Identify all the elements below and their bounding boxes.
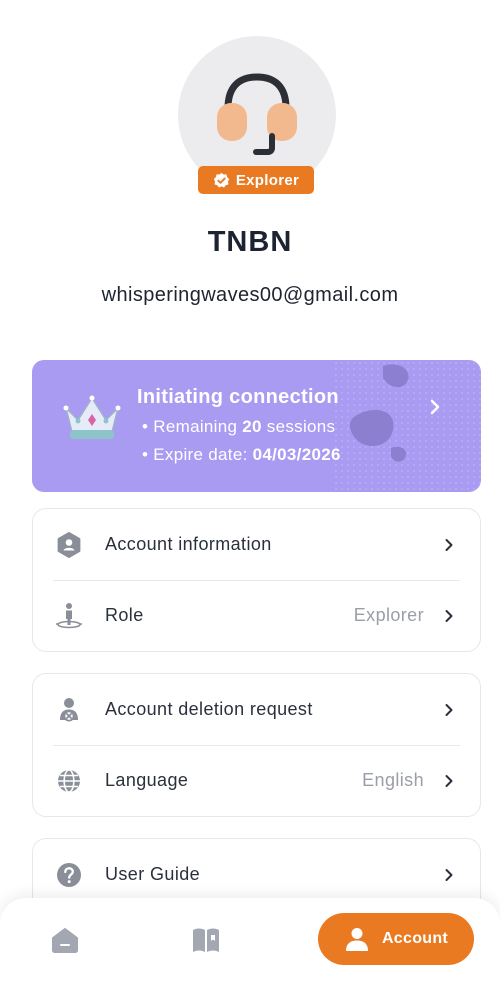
globe-icon xyxy=(58,769,80,793)
username: TNBN xyxy=(207,226,293,258)
menu-item-label: Role xyxy=(105,605,144,625)
chevron-right-icon xyxy=(445,704,453,716)
account-info-icon xyxy=(57,532,81,558)
home-icon xyxy=(52,928,78,953)
crown-icon xyxy=(63,395,121,439)
user-icon xyxy=(345,928,368,951)
decorative-pattern xyxy=(331,360,481,492)
menu-item-language[interactable]: Language English xyxy=(33,745,480,816)
nav-account-button[interactable]: Account xyxy=(318,913,474,965)
verified-icon xyxy=(213,172,230,188)
nav-account-label: Account xyxy=(381,930,449,947)
menu-item-label: Account deletion request xyxy=(105,699,313,719)
account-settings-card: Account information Role Explorer xyxy=(32,508,481,652)
bottom-nav: Account xyxy=(0,898,500,1000)
nav-library-button[interactable] xyxy=(191,926,221,959)
nav-home-button[interactable] xyxy=(50,926,80,959)
menu-item-value: Explorer xyxy=(353,605,424,625)
chevron-right-icon[interactable] xyxy=(429,398,441,416)
role-icon xyxy=(56,603,82,629)
chevron-right-icon xyxy=(445,775,453,787)
menu-item-label: Account information xyxy=(105,534,272,554)
menu-item-account-deletion[interactable]: Account deletion request xyxy=(33,674,480,745)
chevron-right-icon xyxy=(445,539,453,551)
subscription-card[interactable]: Initiating connection • Remaining 20 ses… xyxy=(32,360,481,492)
menu-item-label: User Guide xyxy=(105,864,201,884)
avatar: Explorer xyxy=(178,36,336,194)
subscription-title: Initiating connection xyxy=(137,386,339,408)
menu-item-account-information[interactable]: Account information xyxy=(33,509,480,580)
email: whisperingwaves00@gmail.com xyxy=(101,284,399,306)
menu-item-role[interactable]: Role Explorer xyxy=(33,580,480,651)
chevron-right-icon xyxy=(445,869,453,881)
menu-item-label: Language xyxy=(105,770,189,790)
book-icon xyxy=(193,928,219,952)
help-icon xyxy=(57,863,81,887)
preferences-card: Account deletion request Language Englis… xyxy=(32,673,481,817)
role-badge-label: Explorer xyxy=(235,171,300,189)
role-badge: Explorer xyxy=(198,166,314,194)
chevron-right-icon xyxy=(445,610,453,622)
expire-date: • Expire date: 04/03/2026 xyxy=(142,445,341,464)
delete-account-icon xyxy=(60,698,78,722)
menu-item-value: English xyxy=(362,770,424,790)
remaining-sessions: • Remaining 20 sessions xyxy=(142,417,336,436)
